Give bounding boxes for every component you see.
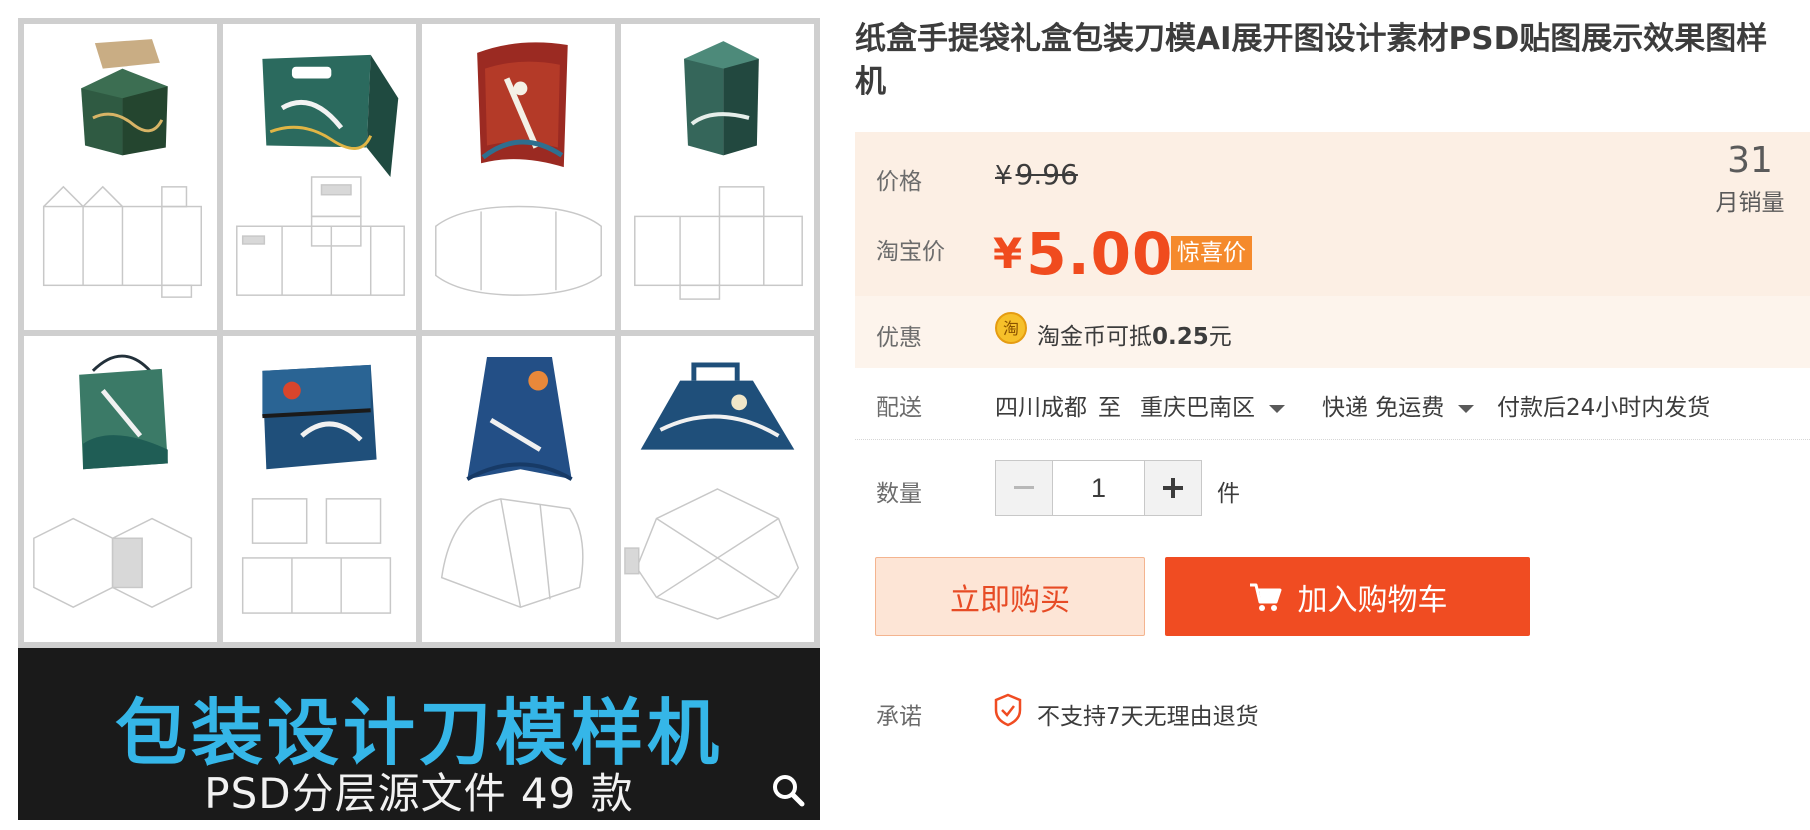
destination-value: 重庆巴南区	[1140, 395, 1255, 421]
zoom-button[interactable]	[768, 770, 808, 810]
box-mockup-illustration	[236, 54, 405, 296]
promo-currency-symbol: ¥	[993, 229, 1023, 278]
original-price: ¥9.96	[995, 158, 1078, 191]
mockup-tile	[621, 336, 814, 642]
dispatch-time: 付款后24小时内发货	[1497, 395, 1711, 421]
promise-text[interactable]: 不支持7天无理由退货	[1037, 697, 1259, 731]
promo-price-value: 5.00	[1026, 220, 1174, 288]
search-icon	[773, 775, 805, 807]
product-title: 纸盒手提袋礼盒包装刀模AI展开图设计素材PSD贴图展示效果图样机	[855, 21, 1768, 100]
minus-icon	[1014, 486, 1034, 489]
box-mockup-illustration	[241, 364, 392, 614]
ship-from: 四川成都	[995, 395, 1087, 421]
plus-icon	[1163, 478, 1183, 498]
quantity-input[interactable]	[1052, 461, 1145, 515]
mockup-tile	[24, 24, 217, 330]
buy-now-button[interactable]: 立即购买	[875, 557, 1145, 636]
sales-count: 31	[1727, 140, 1773, 181]
mockup-tile	[422, 336, 615, 642]
price-section: 价格 ¥9.96 淘宝价 ¥5.00 惊喜价 31 月销量	[855, 132, 1810, 296]
original-price-value: 9.96	[1015, 158, 1078, 191]
box-mockup-illustration	[435, 42, 602, 296]
ship-to-word: 至	[1098, 395, 1121, 421]
taobao-coin-icon: 淘	[995, 312, 1027, 344]
coin-discount-suffix: 元	[1208, 324, 1232, 350]
chevron-down-icon	[1269, 404, 1285, 413]
coin-discount-text: 淘金币可抵0.25元	[1037, 317, 1232, 351]
promo-price: ¥5.00	[993, 220, 1173, 288]
decrement-button[interactable]	[996, 461, 1052, 515]
discount-label: 优惠	[876, 325, 922, 351]
coin-discount-amount: 0.25	[1152, 324, 1209, 350]
quantity-label: 数量	[876, 481, 922, 507]
shipping-method-dropdown[interactable]: 快递 免运费	[1322, 388, 1475, 422]
product-image[interactable]: 包装设计刀模样机 PSD分层源文件 49 款	[18, 18, 820, 820]
box-mockup-illustration	[634, 41, 803, 300]
mockup-tile	[621, 24, 814, 330]
surprise-price-badge: 惊喜价	[1171, 236, 1252, 270]
quantity-unit: 件	[1217, 481, 1240, 507]
shield-check-icon	[994, 693, 1022, 727]
mockup-tile	[24, 336, 217, 642]
increment-button[interactable]	[1145, 461, 1201, 515]
quantity-stepper	[995, 460, 1202, 516]
shipping-label: 配送	[876, 395, 922, 421]
price-label: 价格	[876, 169, 922, 195]
mockup-tile	[223, 24, 416, 330]
promo-price-label: 淘宝价	[876, 239, 945, 265]
product-info-panel: 纸盒手提袋礼盒包装刀模AI展开图设计素材PSD贴图展示效果图样机 价格 ¥9.9…	[855, 0, 1810, 830]
shipping-method-value: 快递 免运费	[1322, 395, 1445, 421]
coin-glyph: 淘	[1003, 319, 1019, 338]
box-mockup-illustration	[440, 357, 584, 608]
banner-subtitle: PSD分层源文件 49 款	[204, 769, 634, 818]
mockup-grid	[24, 24, 814, 642]
buy-now-label: 立即购买	[950, 582, 1070, 618]
currency-symbol: ¥	[995, 161, 1012, 191]
discount-section: 优惠 淘 淘金币可抵0.25元	[855, 296, 1810, 368]
add-to-cart-button[interactable]: 加入购物车	[1165, 557, 1530, 636]
shopping-cart-icon	[1249, 583, 1281, 611]
box-mockup-illustration	[624, 362, 800, 620]
coin-discount-prefix: 淘金币可抵	[1037, 324, 1152, 350]
mockup-tile	[422, 24, 615, 330]
monthly-sales: 31 月销量	[1705, 140, 1795, 217]
destination-dropdown[interactable]: 重庆巴南区	[1140, 388, 1285, 422]
add-to-cart-label: 加入购物车	[1297, 582, 1448, 618]
box-mockup-illustration	[33, 354, 193, 608]
sales-label: 月销量	[1715, 190, 1785, 216]
promise-label: 承诺	[876, 704, 922, 730]
mockup-tile	[223, 336, 416, 642]
image-banner: 包装设计刀模样机 PSD分层源文件 49 款	[18, 648, 820, 820]
chevron-down-icon	[1458, 404, 1475, 413]
box-mockup-illustration	[42, 39, 202, 298]
shipping-section: 配送 四川成都 至 重庆巴南区 快递 免运费 付款后24小时内发货	[855, 368, 1810, 440]
